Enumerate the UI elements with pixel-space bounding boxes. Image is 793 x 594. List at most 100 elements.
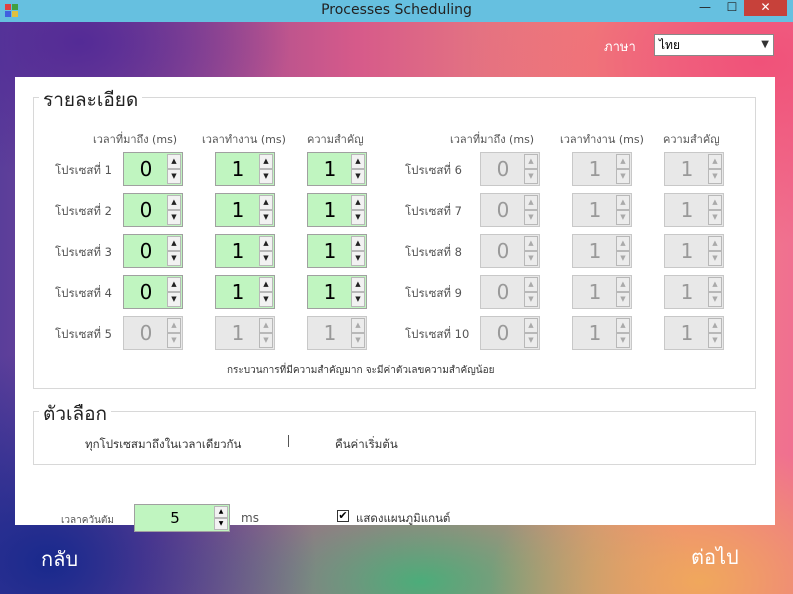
spin-up-icon[interactable]: ▲ — [351, 154, 365, 169]
spin-up-icon[interactable]: ▲ — [259, 277, 273, 292]
spin-down-icon[interactable]: ▼ — [259, 251, 273, 266]
spin-up-icon: ▲ — [524, 195, 538, 210]
process-2-priority-value[interactable]: 1 — [308, 194, 352, 226]
language-select[interactable]: ไทย ▼ — [654, 34, 774, 56]
spin-up-icon[interactable]: ▲ — [167, 236, 181, 251]
quantum-unit: ms — [241, 511, 259, 525]
process-1-arrival-value[interactable]: 0 — [124, 153, 168, 185]
process-5-arrival-stepper: 0 ▲ ▼ — [123, 316, 183, 350]
process-5-burst-stepper: 1 ▲ ▼ — [215, 316, 275, 350]
maximize-button[interactable]: ☐ — [720, 0, 744, 16]
spin-down-icon[interactable]: ▼ — [351, 210, 365, 225]
process-9-burst-stepper: 1 ▲ ▼ — [572, 275, 632, 309]
spin-down-icon: ▼ — [708, 333, 722, 348]
process-1-priority-value[interactable]: 1 — [308, 153, 352, 185]
priority-note: กระบวนการที่มีความสำคัญมาก จะมีค่าตัวเลข… — [227, 365, 495, 376]
process-10-burst-value: 1 — [588, 321, 602, 345]
next-button[interactable]: ต่อไป — [691, 541, 739, 573]
process-2-burst-value[interactable]: 1 — [216, 194, 260, 226]
process-3-burst-stepper[interactable]: 1 ▲ ▼ — [215, 234, 275, 268]
spin-up-icon[interactable]: ▲ — [259, 195, 273, 210]
process-1-priority-stepper[interactable]: 1 ▲ ▼ — [307, 152, 367, 186]
spin-down-icon[interactable]: ▼ — [259, 210, 273, 225]
spin-down-icon[interactable]: ▼ — [167, 210, 181, 225]
process-7-burst-stepper: 1 ▲ ▼ — [572, 193, 632, 227]
window-title: Processes Scheduling — [321, 2, 472, 18]
spin-up-icon[interactable]: ▲ — [167, 195, 181, 210]
spin-up-icon: ▲ — [524, 277, 538, 292]
reset-option[interactable]: คืนค่าเริ่มต้น — [335, 436, 398, 454]
quantum-value[interactable]: 5 — [135, 505, 215, 531]
option-separator — [288, 435, 289, 447]
process-3-arrival-stepper[interactable]: 0 ▲ ▼ — [123, 234, 183, 268]
chevron-down-icon: ▼ — [761, 39, 769, 50]
spin-down-icon: ▼ — [616, 169, 630, 184]
spin-up-icon: ▲ — [616, 277, 630, 292]
process-4-priority-stepper[interactable]: 1 ▲ ▼ — [307, 275, 367, 309]
spin-down-icon[interactable]: ▼ — [259, 292, 273, 307]
process-7-arrival-stepper: 0 ▲ ▼ — [480, 193, 540, 227]
spin-up-icon[interactable]: ▲ — [351, 277, 365, 292]
spin-down-icon: ▼ — [708, 251, 722, 266]
process-4-priority-value[interactable]: 1 — [308, 276, 352, 308]
process-3-arrival-value[interactable]: 0 — [124, 235, 168, 267]
spin-down-icon[interactable]: ▼ — [167, 251, 181, 266]
spin-down-icon[interactable]: ▼ — [351, 251, 365, 266]
spin-up-icon: ▲ — [524, 318, 538, 333]
process-3-priority-stepper[interactable]: 1 ▲ ▼ — [307, 234, 367, 268]
process-7-arrival-value: 0 — [496, 198, 510, 222]
spin-up-icon: ▲ — [616, 318, 630, 333]
language-selected: ไทย — [659, 38, 680, 52]
spin-up-icon[interactable]: ▲ — [167, 277, 181, 292]
header-burst-left: เวลาทำงาน (ms) — [202, 133, 286, 146]
same-arrival-option[interactable]: ทุกโปรเซสมาถึงในเวลาเดียวกัน — [85, 436, 241, 454]
header-priority-left: ความสำคัญ — [307, 133, 364, 146]
client-area: ภาษา ไทย ▼ รายละเอียด เวลาที่มาถึง (ms) … — [0, 22, 793, 594]
process-4-arrival-value[interactable]: 0 — [124, 276, 168, 308]
process-5-burst-value: 1 — [231, 321, 245, 345]
process-7-burst-value: 1 — [588, 198, 602, 222]
spin-up-icon[interactable]: ▲ — [259, 236, 273, 251]
spin-down-icon[interactable]: ▼ — [167, 169, 181, 184]
spin-down-icon: ▼ — [259, 333, 273, 348]
process-1-burst-value[interactable]: 1 — [216, 153, 260, 185]
process-label-9: โปรเซสที่ 9 — [405, 286, 462, 300]
process-label-6: โปรเซสที่ 6 — [405, 163, 462, 177]
process-4-arrival-stepper[interactable]: 0 ▲ ▼ — [123, 275, 183, 309]
process-3-priority-value[interactable]: 1 — [308, 235, 352, 267]
spin-down-icon[interactable]: ▼ — [351, 292, 365, 307]
process-label-5: โปรเซสที่ 5 — [55, 327, 112, 341]
process-2-burst-stepper[interactable]: 1 ▲ ▼ — [215, 193, 275, 227]
close-button[interactable]: ✕ — [744, 0, 787, 16]
spin-down-icon[interactable]: ▼ — [259, 169, 273, 184]
spin-up-icon[interactable]: ▲ — [351, 195, 365, 210]
quantum-stepper[interactable]: 5 ▲ ▼ — [134, 504, 230, 532]
process-4-burst-value[interactable]: 1 — [216, 276, 260, 308]
process-3-burst-value[interactable]: 1 — [216, 235, 260, 267]
quantum-up-button[interactable]: ▲ — [214, 506, 228, 518]
back-button[interactable]: กลับ — [41, 543, 78, 575]
process-2-arrival-value[interactable]: 0 — [124, 194, 168, 226]
spin-down-icon[interactable]: ▼ — [167, 292, 181, 307]
spin-up-icon[interactable]: ▲ — [351, 236, 365, 251]
spin-up-icon: ▲ — [616, 154, 630, 169]
spin-up-icon[interactable]: ▲ — [167, 154, 181, 169]
process-2-priority-stepper[interactable]: 1 ▲ ▼ — [307, 193, 367, 227]
process-5-arrival-value: 0 — [139, 321, 153, 345]
process-1-arrival-stepper[interactable]: 0 ▲ ▼ — [123, 152, 183, 186]
title-bar: Processes Scheduling — ☐ ✕ — [0, 0, 793, 22]
process-4-burst-stepper[interactable]: 1 ▲ ▼ — [215, 275, 275, 309]
spin-down-icon: ▼ — [524, 333, 538, 348]
process-1-burst-stepper[interactable]: 1 ▲ ▼ — [215, 152, 275, 186]
process-10-arrival-value: 0 — [496, 321, 510, 345]
spin-down-icon: ▼ — [524, 251, 538, 266]
process-10-priority-value: 1 — [680, 321, 694, 345]
spin-up-icon[interactable]: ▲ — [259, 154, 273, 169]
process-6-burst-stepper: 1 ▲ ▼ — [572, 152, 632, 186]
gantt-checkbox[interactable]: ✔ — [337, 510, 349, 522]
minimize-button[interactable]: — — [690, 0, 720, 16]
spin-down-icon[interactable]: ▼ — [351, 169, 365, 184]
process-2-arrival-stepper[interactable]: 0 ▲ ▼ — [123, 193, 183, 227]
spin-up-icon: ▲ — [259, 318, 273, 333]
quantum-down-button[interactable]: ▼ — [214, 518, 228, 530]
